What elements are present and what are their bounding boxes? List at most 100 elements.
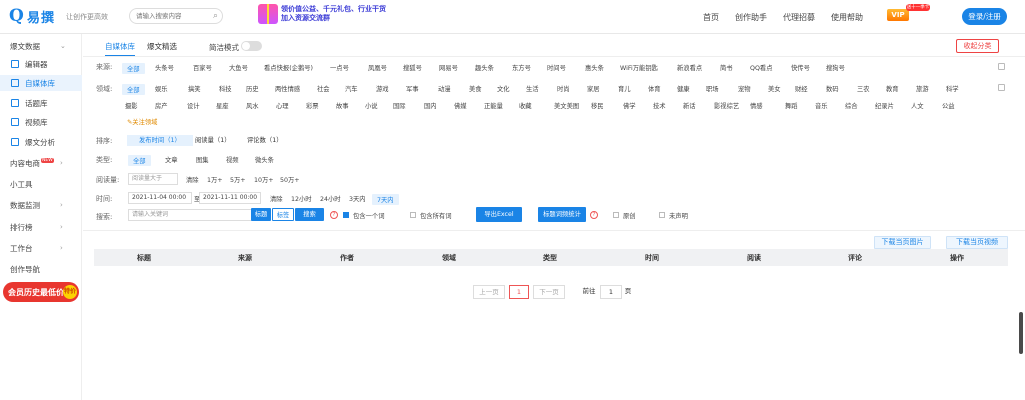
field-option-b-10[interactable]: 国内 — [424, 101, 437, 110]
global-search-input[interactable] — [136, 12, 208, 20]
sidebar-item-video-lib[interactable]: 视频库 — [0, 114, 82, 130]
nav-home[interactable]: 首页 — [703, 12, 719, 23]
field-option-7[interactable]: 汽车 — [345, 84, 358, 93]
field-option-b-25[interactable]: 人文 — [911, 101, 924, 110]
vip-button[interactable]: VIP — [887, 9, 909, 21]
field-option-b-1[interactable]: 房产 — [155, 101, 168, 110]
type-option-1[interactable]: 文章 — [165, 155, 178, 164]
field-option-26[interactable]: 旅游 — [916, 84, 929, 93]
field-option-b-8[interactable]: 小说 — [365, 101, 378, 110]
sort-read-count[interactable]: 阅读量（1） — [191, 135, 235, 146]
sidebar-item-workbench[interactable]: 工作台 › — [0, 240, 82, 256]
help-icon[interactable]: ? — [590, 211, 598, 219]
contain-all-checkbox[interactable] — [410, 212, 416, 218]
nav-assistant[interactable]: 创作助手 — [735, 12, 767, 23]
field-option-b-3[interactable]: 星座 — [216, 101, 229, 110]
time-option-2[interactable]: 24小时 — [320, 194, 341, 203]
next-page-button[interactable]: 下一页 — [533, 285, 565, 299]
field-option-b-18[interactable]: 新话 — [683, 101, 696, 110]
field-option-3[interactable]: 科技 — [219, 84, 232, 93]
field-option-19[interactable]: 职场 — [706, 84, 719, 93]
source-option-6[interactable]: 凤凰号 — [368, 63, 387, 72]
read-count-input[interactable]: 阅读量大于 — [128, 173, 178, 185]
nav-agent[interactable]: 代理招募 — [783, 12, 815, 23]
source-checkbox[interactable] — [998, 63, 1005, 70]
keyword-input[interactable]: 请输入关键词 — [128, 209, 252, 221]
field-option-b-20[interactable]: 情感 — [750, 101, 763, 110]
field-option-2[interactable]: 搞笑 — [188, 84, 201, 93]
promo-banner[interactable]: 领价值公益、千元礼包、行业干货 加入资源交流群 — [258, 4, 386, 24]
field-option-b-24[interactable]: 纪录片 — [875, 101, 894, 110]
field-option-9[interactable]: 军事 — [406, 84, 419, 93]
field-option-b-6[interactable]: 彩票 — [306, 101, 319, 110]
field-option-27[interactable]: 科学 — [946, 84, 959, 93]
field-option-4[interactable]: 历史 — [246, 84, 259, 93]
field-option-b-11[interactable]: 佛媒 — [454, 101, 467, 110]
scrollbar-thumb[interactable] — [1019, 312, 1023, 354]
sort-comment-count[interactable]: 评论数（1） — [243, 135, 287, 146]
source-option-0[interactable]: 全部 — [122, 63, 145, 74]
sort-publish-time[interactable]: 发布时间（1） — [127, 135, 193, 146]
read-option-0[interactable]: 清除 — [186, 175, 199, 184]
type-option-4[interactable]: 微头条 — [255, 155, 274, 164]
field-option-10[interactable]: 动漫 — [438, 84, 451, 93]
search-icon[interactable]: ⌕ — [213, 11, 218, 21]
goto-page-input[interactable]: 1 — [600, 285, 622, 299]
sidebar-item-tools[interactable]: 小工具 — [0, 176, 82, 192]
field-option-17[interactable]: 体育 — [648, 84, 661, 93]
logo[interactable]: Q 易撰 — [9, 7, 55, 27]
field-option-8[interactable]: 游戏 — [376, 84, 389, 93]
field-option-5[interactable]: 两性情感 — [275, 84, 300, 93]
time-option-0[interactable]: 清除 — [270, 194, 283, 203]
sidebar-item-monitor[interactable]: 数据监测 › — [0, 197, 82, 213]
original-checkbox[interactable] — [613, 212, 619, 218]
source-option-8[interactable]: 网易号 — [439, 63, 458, 72]
field-option-b-15[interactable]: 移民 — [591, 101, 604, 110]
tab-media-lib[interactable]: 自媒体库 — [105, 41, 135, 57]
field-option-b-22[interactable]: 音乐 — [815, 101, 828, 110]
field-option-b-19[interactable]: 影视综艺 — [714, 101, 739, 110]
type-option-3[interactable]: 视频 — [226, 155, 239, 164]
page-1-button[interactable]: 1 — [509, 285, 529, 299]
field-checkbox[interactable] — [998, 84, 1005, 91]
source-option-16[interactable]: QQ看点 — [750, 63, 773, 72]
sidebar-item-media-lib[interactable]: 自媒体库 — [0, 75, 82, 91]
field-option-b-0[interactable]: 摄影 — [125, 101, 138, 110]
source-option-4[interactable]: 看点快报(企鹅号) — [264, 63, 313, 72]
export-excel-button[interactable]: 导出Excel — [476, 207, 522, 222]
field-option-18[interactable]: 健康 — [677, 84, 690, 93]
time-option-3[interactable]: 3天内 — [349, 194, 366, 203]
nav-help[interactable]: 使用帮助 — [831, 12, 863, 23]
collapse-categories-button[interactable]: 收起分类 — [956, 39, 999, 53]
field-option-11[interactable]: 美食 — [469, 84, 482, 93]
prev-page-button[interactable]: 上一页 — [473, 285, 505, 299]
type-option-2[interactable]: 图集 — [196, 155, 209, 164]
field-option-b-13[interactable]: 收藏 — [519, 101, 532, 110]
time-start-input[interactable]: 2021-11-04 00:00 — [128, 192, 192, 204]
field-option-24[interactable]: 三农 — [857, 84, 870, 93]
focus-field-link[interactable]: ✎关注领域 — [127, 117, 157, 126]
field-option-13[interactable]: 生活 — [526, 84, 539, 93]
type-option-0[interactable]: 全部 — [128, 155, 151, 166]
time-option-4[interactable]: 7天内 — [372, 194, 399, 205]
time-end-input[interactable]: 2021-11-11 00:00 — [199, 192, 261, 204]
field-option-b-9[interactable]: 国际 — [393, 101, 406, 110]
field-option-15[interactable]: 家居 — [587, 84, 600, 93]
source-option-15[interactable]: 简书 — [720, 63, 733, 72]
simple-mode-toggle[interactable] — [241, 41, 262, 51]
source-option-13[interactable]: WiFi万能钥匙 — [620, 63, 658, 72]
field-option-b-21[interactable]: 舞蹈 — [785, 101, 798, 110]
source-option-17[interactable]: 快传号 — [791, 63, 810, 72]
tag-scope-button[interactable]: 标签 — [272, 208, 294, 221]
source-option-12[interactable]: 惠头条 — [585, 63, 604, 72]
download-images-button[interactable]: 下载当页图片 — [874, 236, 931, 249]
field-option-0[interactable]: 全部 — [122, 84, 145, 95]
download-videos-button[interactable]: 下载当页视频 — [946, 236, 1008, 249]
sidebar-item-analysis[interactable]: 爆文分析 — [0, 134, 82, 150]
sidebar-item-editor[interactable]: 编辑器 — [0, 56, 82, 72]
field-option-25[interactable]: 教育 — [886, 84, 899, 93]
field-option-22[interactable]: 财经 — [795, 84, 808, 93]
unclaimed-checkbox[interactable] — [659, 212, 665, 218]
read-option-2[interactable]: 5万+ — [230, 175, 246, 184]
field-option-1[interactable]: 娱乐 — [155, 84, 168, 93]
